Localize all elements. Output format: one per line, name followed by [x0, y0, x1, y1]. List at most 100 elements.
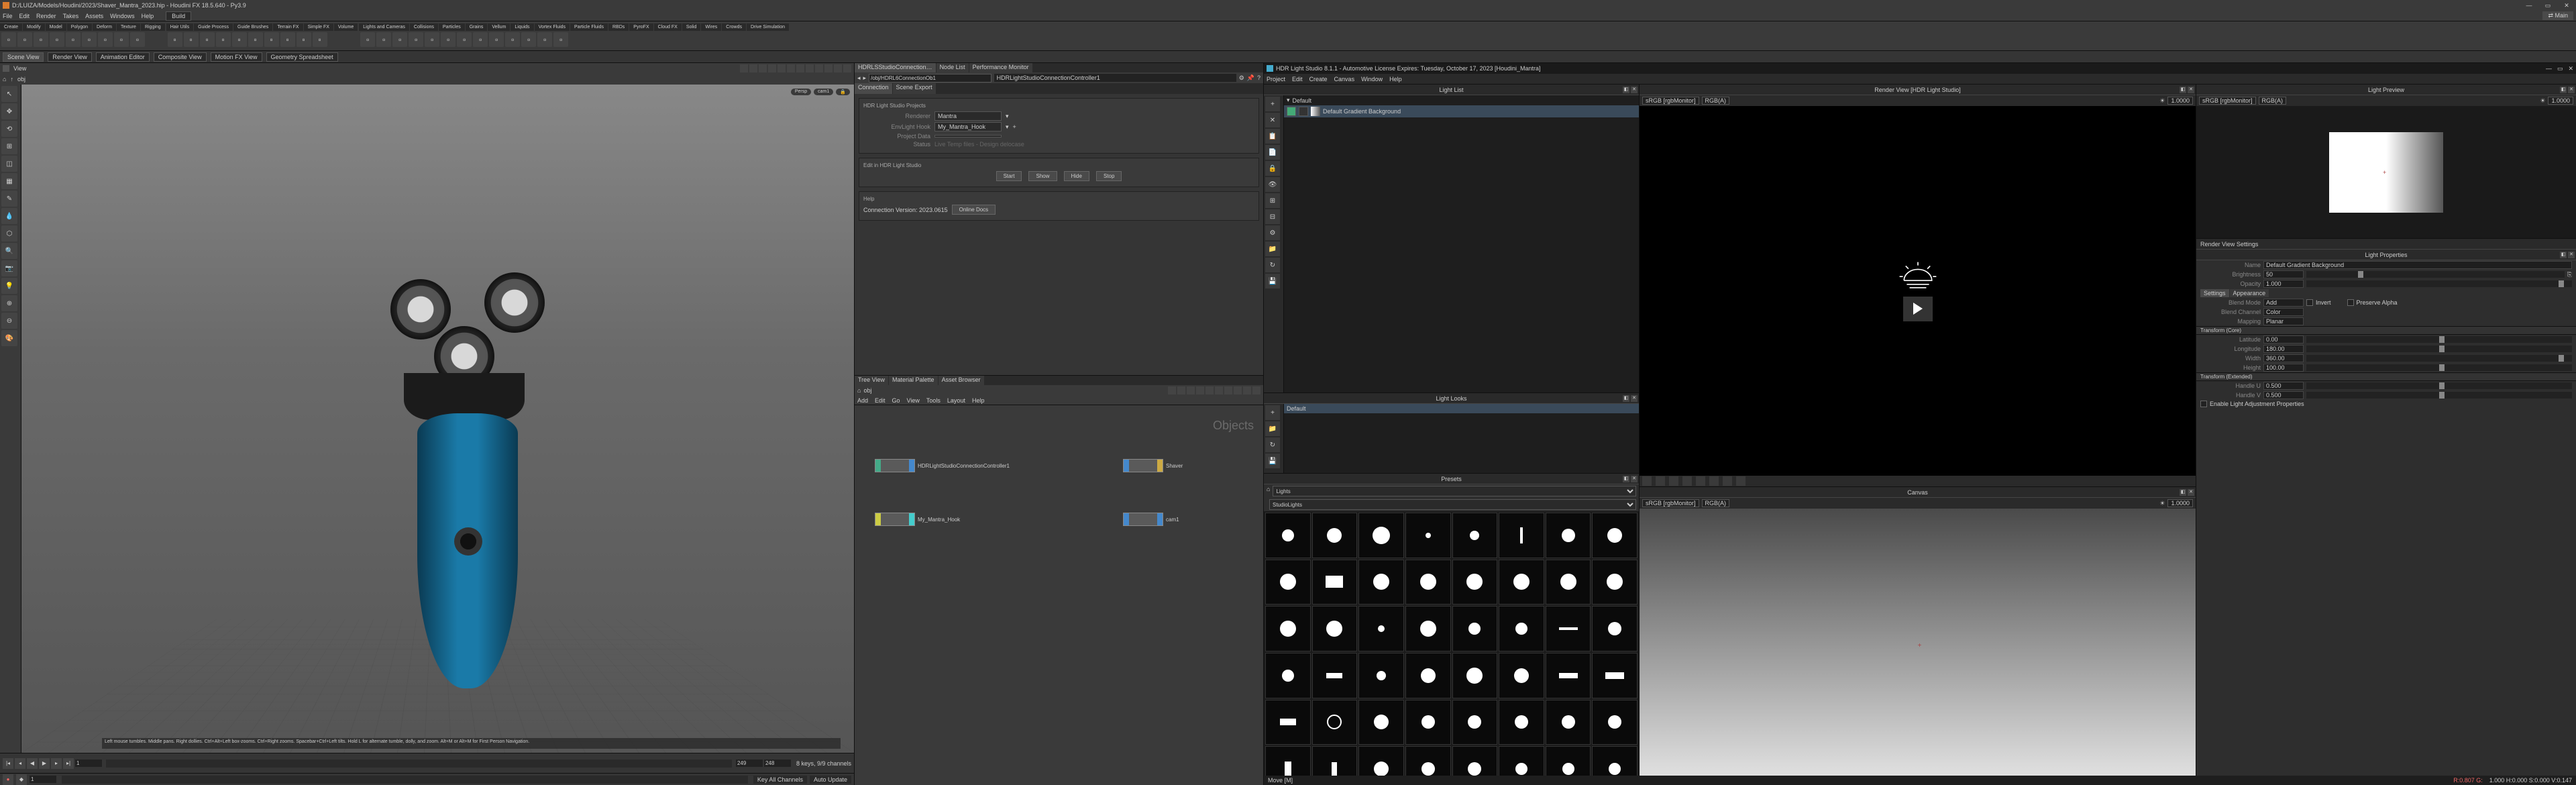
shelf-tab[interactable]: Solid: [682, 23, 701, 31]
panel-tool-icon[interactable]: 💾: [1265, 454, 1280, 468]
pv-val[interactable]: 1.0000: [2548, 97, 2573, 105]
parm-fwd-icon[interactable]: ▸: [863, 74, 867, 82]
shelf-tool-icon[interactable]: ▫: [34, 32, 48, 47]
preset-thumb[interactable]: [1452, 560, 1498, 605]
preset-thumb[interactable]: [1499, 653, 1544, 698]
shelf-tool-icon[interactable]: ▫: [489, 32, 504, 47]
panel-undock-icon[interactable]: ◧: [2180, 87, 2186, 93]
rv-channels[interactable]: RGB(A): [1702, 97, 1730, 105]
shelf-tab[interactable]: Polygon: [67, 23, 92, 31]
canvas-val[interactable]: 1.0000: [2167, 499, 2193, 507]
takes-main[interactable]: ⇄ Main: [2542, 11, 2573, 20]
vp-header-icon[interactable]: [796, 64, 804, 72]
preset-thumb[interactable]: [1592, 700, 1638, 745]
net-tool-icon[interactable]: [1215, 386, 1223, 395]
tl-keymode[interactable]: Key All Channels: [753, 776, 807, 784]
panel-undock-icon[interactable]: ◧: [2560, 252, 2567, 258]
shelf-tab[interactable]: Rigging: [141, 23, 165, 31]
net-tool-icon[interactable]: [1224, 386, 1232, 395]
val-opacity[interactable]: 1.000: [2263, 280, 2304, 288]
shelf-tab[interactable]: Grains: [466, 23, 488, 31]
vp-lock-icon[interactable]: 🔒: [836, 89, 850, 95]
shelf-tool-icon[interactable]: ▫: [232, 32, 247, 47]
viewport-tool[interactable]: 💧: [1, 208, 17, 224]
panel-tool-icon[interactable]: +: [1265, 97, 1280, 111]
preset-cat[interactable]: Lights: [1273, 486, 1636, 496]
shelf-tab[interactable]: Liquids: [511, 23, 533, 31]
shelf-tool-icon[interactable]: ▫: [82, 32, 97, 47]
shelf-tab[interactable]: Vortex Fluids: [535, 23, 570, 31]
shelf-tool-icon[interactable]: ▫: [114, 32, 129, 47]
net-menu[interactable]: Tools: [926, 397, 941, 404]
shelf-tab[interactable]: Hair Utils: [166, 23, 193, 31]
viewport-tool[interactable]: ⬡: [1, 225, 17, 242]
tab-settings[interactable]: Settings: [2200, 289, 2229, 297]
viewport-tool[interactable]: ◫: [1, 156, 17, 172]
shelf-tool-icon[interactable]: ▫: [17, 32, 32, 47]
parm-gear-icon[interactable]: ⚙: [1239, 74, 1244, 82]
shelf-tab[interactable]: Terrain FX: [273, 23, 303, 31]
vp-header-icon[interactable]: [806, 64, 814, 72]
panel-close-icon[interactable]: ✕: [2188, 489, 2194, 496]
panel-tool-icon[interactable]: 📋: [1265, 129, 1280, 144]
vp-header-icon[interactable]: [824, 64, 833, 72]
net-tool-icon[interactable]: [1252, 386, 1260, 395]
sld-height[interactable]: [2306, 364, 2572, 371]
preset-thumb[interactable]: [1546, 746, 1591, 776]
link-icon[interactable]: ⎘: [2567, 271, 2572, 278]
renderview-body[interactable]: [1640, 106, 2196, 476]
shelf-tab[interactable]: RBDs: [608, 23, 629, 31]
tl-rec[interactable]: ●: [3, 774, 13, 785]
panel-undock-icon[interactable]: ◧: [1623, 87, 1629, 93]
preset-thumb[interactable]: [1452, 653, 1498, 698]
val-lat[interactable]: 0.00: [2263, 335, 2304, 344]
viewport-tool[interactable]: 💡: [1, 278, 17, 294]
vp-header-icon[interactable]: [834, 64, 842, 72]
plus-icon[interactable]: +: [1013, 123, 1016, 130]
shelf-tool-icon[interactable]: ▫: [313, 32, 327, 47]
shelf-tab[interactable]: Modify: [23, 23, 45, 31]
viewport-tool[interactable]: ⊞: [1, 138, 17, 154]
preset-thumb[interactable]: [1592, 513, 1638, 558]
btn-show[interactable]: Show: [1028, 171, 1057, 181]
path-up-icon[interactable]: ↑: [10, 76, 13, 83]
viewport-tool[interactable]: 📷: [1, 260, 17, 276]
panel-tool-icon[interactable]: 📄: [1265, 145, 1280, 160]
parm-help-icon[interactable]: ?: [1257, 74, 1260, 81]
sld-hu[interactable]: [2306, 382, 2572, 389]
pv-cs[interactable]: sRGB [rgbMonitor]: [2199, 97, 2256, 105]
hdrls-max[interactable]: ▭: [2557, 65, 2563, 72]
desktop-tab[interactable]: Motion FX View: [211, 52, 262, 62]
val-projdata[interactable]: [934, 135, 1002, 138]
net-tool-icon[interactable]: [1196, 386, 1204, 395]
preset-home-icon[interactable]: ⌂: [1267, 486, 1270, 496]
preset-thumb[interactable]: [1499, 560, 1544, 605]
shelf-tool-icon[interactable]: ▫: [200, 32, 215, 47]
desktop-tab[interactable]: Scene View: [3, 52, 44, 62]
preset-thumb[interactable]: [1358, 653, 1404, 698]
btn-start[interactable]: Start: [996, 171, 1022, 181]
hdrls-min[interactable]: —: [2546, 65, 2552, 72]
vp-header-icon[interactable]: [740, 64, 748, 72]
parm-tab-2[interactable]: Performance Monitor: [969, 63, 1032, 72]
shelf-tab[interactable]: Crowds: [722, 23, 746, 31]
tl-key[interactable]: ◆: [16, 774, 27, 785]
rvset-header[interactable]: Render View Settings: [2196, 239, 2576, 250]
preset-thumb[interactable]: [1499, 746, 1544, 776]
shelf-tab[interactable]: Particle Fluids: [570, 23, 608, 31]
desktop-tab[interactable]: Geometry Spreadsheet: [266, 52, 338, 62]
val-width[interactable]: 360.00: [2263, 354, 2304, 362]
preset-thumb[interactable]: [1546, 513, 1591, 558]
val-hv[interactable]: 0.500: [2263, 391, 2304, 399]
tl-first[interactable]: |◂: [3, 758, 13, 769]
parm-back-icon[interactable]: ◂: [857, 74, 861, 82]
net-menu[interactable]: Layout: [947, 397, 965, 404]
cb-adjust[interactable]: [2200, 401, 2207, 407]
shelf-tool-icon[interactable]: ▫: [441, 32, 455, 47]
win-min[interactable]: —: [2522, 2, 2536, 9]
light-toggle[interactable]: [1287, 107, 1296, 116]
preset-thumb[interactable]: [1358, 606, 1404, 651]
panel-tool-icon[interactable]: ↻: [1265, 437, 1280, 452]
preset-thumb[interactable]: [1592, 560, 1638, 605]
panel-tool-icon[interactable]: ⚙: [1265, 225, 1280, 240]
